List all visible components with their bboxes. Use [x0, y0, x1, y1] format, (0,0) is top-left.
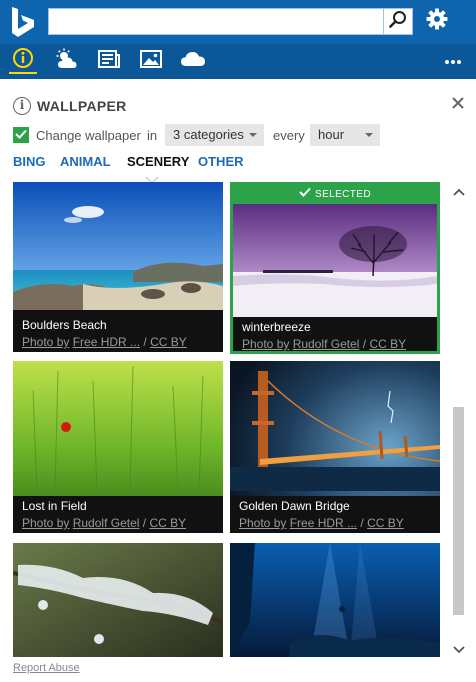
change-wallpaper-label: Change wallpaper — [36, 128, 141, 143]
more-icon — [444, 52, 462, 70]
info-icon: i — [13, 97, 31, 115]
cloud-icon — [180, 50, 206, 73]
close-icon — [452, 93, 464, 114]
images-tool-button[interactable] — [137, 48, 165, 74]
chevron-up-icon — [453, 184, 465, 201]
categories-dropdown-value: 3 categories — [173, 127, 244, 142]
gear-icon — [426, 8, 448, 35]
winterbreeze-photo — [233, 204, 437, 320]
frozen-branch-photo — [13, 543, 223, 657]
chevron-down-icon — [249, 133, 257, 137]
news-tool-button[interactable] — [95, 48, 123, 74]
in-label: in — [147, 128, 158, 143]
card-caption: winterbreeze Photo by Rudolf Getel / CC … — [233, 317, 437, 351]
chevron-down-icon — [453, 642, 465, 659]
underwater-photo — [230, 543, 440, 657]
selected-label: SELECTED — [315, 189, 371, 201]
scrollbar-thumb[interactable] — [453, 407, 464, 615]
info-tool-button[interactable] — [9, 47, 37, 74]
image-icon — [140, 49, 162, 74]
change-wallpaper-checkbox[interactable] — [13, 127, 29, 143]
wallpaper-credit: Photo by Free HDR ... / CC BY — [239, 516, 431, 530]
scroll-down-button[interactable] — [453, 642, 465, 654]
interval-dropdown-value: hour — [318, 127, 345, 142]
tab-bing[interactable]: BING — [13, 154, 46, 169]
credit-separator: / — [362, 337, 367, 351]
wallpaper-title: winterbreeze — [242, 320, 311, 334]
checkmark-icon — [299, 185, 311, 204]
photo-by-link[interactable]: Photo by — [22, 516, 69, 530]
categories-dropdown[interactable]: 3 categories — [165, 124, 264, 146]
info-icon — [12, 47, 34, 74]
photo-by-link[interactable]: Photo by — [242, 337, 289, 351]
wallpaper-title: Boulders Beach — [22, 318, 107, 332]
license-link[interactable]: CC BY — [149, 516, 186, 530]
author-link[interactable]: Free HDR ... — [73, 335, 140, 349]
card-caption: Golden Dawn Bridge Photo by Free HDR ...… — [230, 496, 440, 533]
wallpaper-card-frozen-branch[interactable] — [13, 543, 223, 657]
search-box — [48, 8, 384, 35]
settings-button[interactable] — [424, 8, 450, 35]
card-caption: Lost in Field Photo by Rudolf Getel / CC… — [13, 496, 223, 533]
wallpaper-panel-header: i WALLPAPER Change wallpaper in 3 catego… — [0, 79, 476, 184]
credit-separator: / — [360, 516, 364, 530]
every-label: every — [273, 128, 305, 143]
top-bar — [0, 0, 476, 44]
credit-separator: / — [142, 516, 147, 530]
weather-tool-button[interactable] — [53, 48, 81, 74]
wallpaper-grid: Boulders Beach Photo by Free HDR ... / C… — [0, 180, 476, 660]
close-button[interactable] — [450, 96, 466, 112]
credit-separator: / — [143, 335, 147, 349]
wallpaper-credit: Photo by Free HDR ... / CC BY — [22, 335, 214, 349]
onedrive-tool-button[interactable] — [179, 48, 207, 74]
wallpaper-card-golden-dawn-bridge[interactable]: Golden Dawn Bridge Photo by Free HDR ...… — [230, 361, 440, 533]
author-link[interactable]: Free HDR ... — [290, 516, 357, 530]
wallpaper-card-winterbreeze[interactable]: SELECTED winterbreeze Photo by Rudolf Ge… — [230, 182, 440, 354]
wallpaper-credit: Photo by Rudolf Getel / CC BY — [22, 516, 214, 530]
author-link[interactable]: Rudolf Getel — [293, 337, 360, 351]
interval-dropdown[interactable]: hour — [310, 124, 380, 146]
wallpaper-card-underwater[interactable] — [230, 543, 440, 657]
card-caption: Boulders Beach Photo by Free HDR ... / C… — [13, 315, 223, 352]
wallpaper-title: Golden Dawn Bridge — [239, 499, 350, 513]
more-options-button[interactable] — [442, 51, 464, 71]
wallpaper-title: Lost in Field — [22, 499, 87, 513]
tab-other[interactable]: OTHER — [198, 154, 244, 169]
checkmark-icon — [15, 126, 27, 144]
bing-logo-icon[interactable] — [8, 5, 40, 39]
panel-title: WALLPAPER — [37, 98, 127, 114]
wallpaper-card-boulders-beach[interactable]: Boulders Beach Photo by Free HDR ... / C… — [13, 182, 223, 352]
news-icon — [98, 49, 120, 74]
license-link[interactable]: CC BY — [367, 516, 404, 530]
author-link[interactable]: Rudolf Getel — [73, 516, 140, 530]
search-icon — [389, 10, 407, 33]
license-link[interactable]: CC BY — [369, 337, 406, 351]
report-abuse-link[interactable]: Report Abuse — [13, 662, 80, 674]
search-input[interactable] — [49, 9, 383, 34]
tab-scenery[interactable]: SCENERY — [127, 154, 189, 169]
wallpaper-card-lost-in-field[interactable]: Lost in Field Photo by Rudolf Getel / CC… — [13, 361, 223, 533]
photo-by-link[interactable]: Photo by — [239, 516, 286, 530]
tab-animal[interactable]: ANIMAL — [60, 154, 111, 169]
scroll-up-button[interactable] — [453, 184, 465, 196]
selected-badge: SELECTED — [233, 185, 437, 204]
license-link[interactable]: CC BY — [150, 335, 187, 349]
chevron-down-icon — [365, 133, 373, 137]
weather-icon — [55, 48, 79, 75]
photo-by-link[interactable]: Photo by — [22, 335, 69, 349]
search-button[interactable] — [384, 8, 413, 35]
wallpaper-credit: Photo by Rudolf Getel / CC BY — [242, 337, 428, 351]
toolbar — [0, 44, 476, 79]
